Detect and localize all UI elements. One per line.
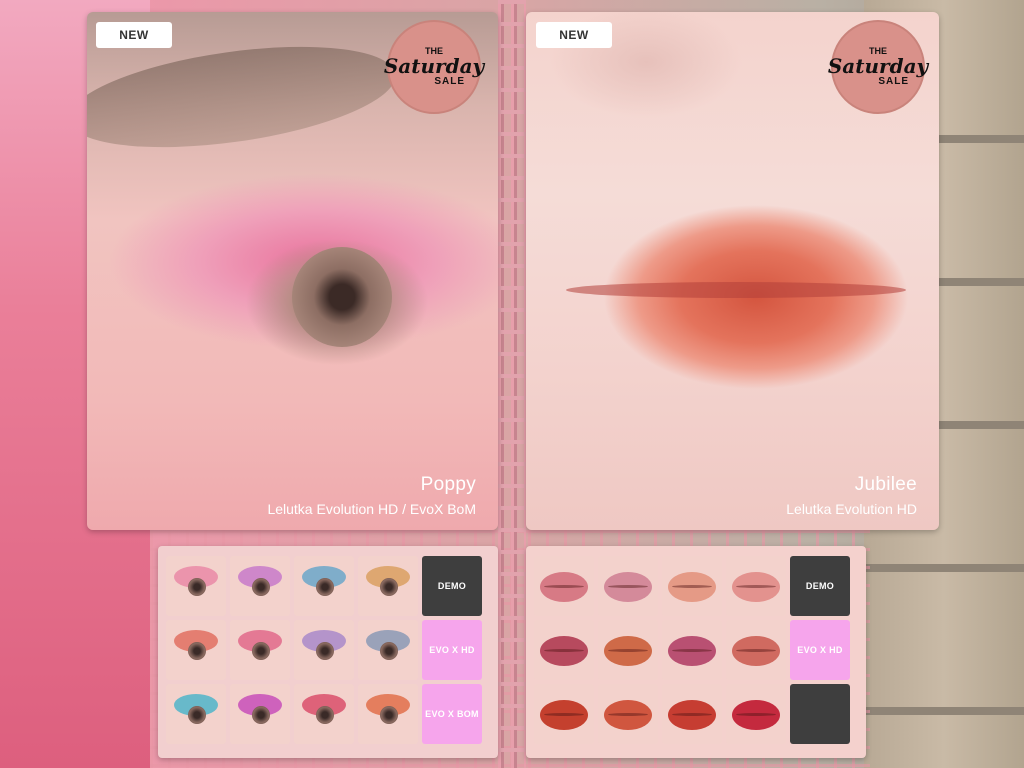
product-compatibility: Lelutka Evolution HD [786,501,917,517]
lips-art [566,282,906,298]
lipstick-swatch[interactable] [534,684,594,744]
eyeshadow-swatch[interactable] [230,620,290,680]
logo-sale: SALE [878,76,909,87]
eyeshadow-swatch[interactable] [230,556,290,616]
lipstick-swatch[interactable] [598,684,658,744]
logo-script: Saturday [383,54,485,78]
lipstick-swatch[interactable] [598,620,658,680]
lipstick-swatch[interactable] [662,684,722,744]
eyeshadow-swatch[interactable] [294,684,354,744]
display-rack-divider [498,0,526,768]
eyeshadow-swatch-panel: DEMO EVO X HD EVO X BOM [158,546,498,758]
empty-dark-button[interactable] [790,684,850,744]
eyeshadow-swatch[interactable] [166,620,226,680]
eyeshadow-swatch[interactable] [358,620,418,680]
product-card-poppy[interactable]: NEW THE Saturday SALE Poppy Lelutka Evol… [87,12,498,530]
lipstick-swatch[interactable] [726,556,786,616]
lipstick-swatch[interactable] [534,556,594,616]
evo-x-hd-button[interactable]: EVO X HD [422,620,482,680]
eyeshadow-swatch[interactable] [166,556,226,616]
lipstick-swatch[interactable] [662,556,722,616]
evo-x-bom-button[interactable]: EVO X BOM [422,684,482,744]
product-name: Jubilee [854,474,917,495]
logo-sale: SALE [434,76,465,87]
eye-art [292,247,392,347]
lipstick-swatch[interactable] [726,620,786,680]
eyeshadow-swatch[interactable] [230,684,290,744]
saturday-sale-logo: THE Saturday SALE [383,20,485,114]
eyeshadow-swatch[interactable] [294,620,354,680]
saturday-sale-logo: THE Saturday SALE [827,20,929,114]
demo-button[interactable]: DEMO [422,556,482,616]
lipstick-swatch[interactable] [662,620,722,680]
eyeshadow-swatch[interactable] [166,684,226,744]
product-name: Poppy [420,474,476,495]
lipstick-swatch-panel: DEMO EVO X HD [526,546,866,758]
lipstick-swatch[interactable] [598,556,658,616]
new-badge: NEW [536,22,612,48]
logo-script: Saturday [827,54,929,78]
eyeshadow-swatch[interactable] [358,684,418,744]
eyeshadow-swatch[interactable] [358,556,418,616]
evo-x-hd-button[interactable]: EVO X HD [790,620,850,680]
eyeshadow-swatch[interactable] [294,556,354,616]
product-compatibility: Lelutka Evolution HD / EvoX BoM [267,501,476,517]
eyebrow-art [87,29,402,165]
lipstick-swatch[interactable] [534,620,594,680]
product-card-jubilee[interactable]: NEW THE Saturday SALE Jubilee Lelutka Ev… [526,12,939,530]
demo-button[interactable]: DEMO [790,556,850,616]
new-badge: NEW [96,22,172,48]
lipstick-swatch[interactable] [726,684,786,744]
